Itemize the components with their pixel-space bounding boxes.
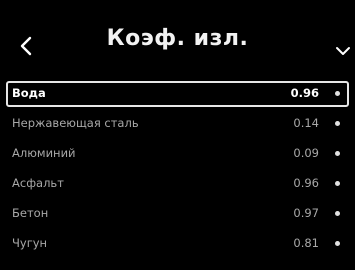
page-title: Коэф. изл.: [106, 26, 249, 51]
bullet-icon: [335, 151, 340, 156]
emissivity-value: 0.14: [293, 116, 319, 130]
chevron-down-icon[interactable]: [335, 44, 351, 58]
bullet-icon: [335, 181, 340, 186]
list-item-concrete[interactable]: Бетон 0.97: [6, 201, 349, 227]
header-bar: Коэф. изл.: [0, 0, 355, 72]
material-name: Вода: [12, 86, 46, 100]
bullet-icon: [335, 211, 340, 216]
emissivity-value: 0.96: [293, 176, 319, 190]
material-list: Вода 0.96 Нержавеющая сталь 0.14 Алюмини…: [6, 81, 349, 261]
list-item-aluminium[interactable]: Алюминий 0.09: [6, 141, 349, 167]
material-name: Бетон: [12, 206, 49, 220]
bullet-icon: [335, 91, 340, 96]
material-name: Чугун: [12, 236, 48, 250]
bullet-icon: [335, 241, 340, 246]
material-name: Асфальт: [12, 176, 64, 190]
emissivity-value: 0.96: [290, 86, 319, 100]
list-item-water[interactable]: Вода 0.96: [6, 81, 349, 107]
material-name: Нержавеющая сталь: [12, 116, 139, 130]
emissivity-value: 0.09: [293, 146, 319, 160]
emissivity-value: 0.81: [293, 236, 319, 250]
material-name: Алюминий: [12, 146, 76, 160]
list-item-cast-iron[interactable]: Чугун 0.81: [6, 231, 349, 257]
list-item-stainless-steel[interactable]: Нержавеющая сталь 0.14: [6, 111, 349, 137]
bullet-icon: [335, 121, 340, 126]
emissivity-value: 0.97: [293, 206, 319, 220]
list-item-asphalt[interactable]: Асфальт 0.96: [6, 171, 349, 197]
